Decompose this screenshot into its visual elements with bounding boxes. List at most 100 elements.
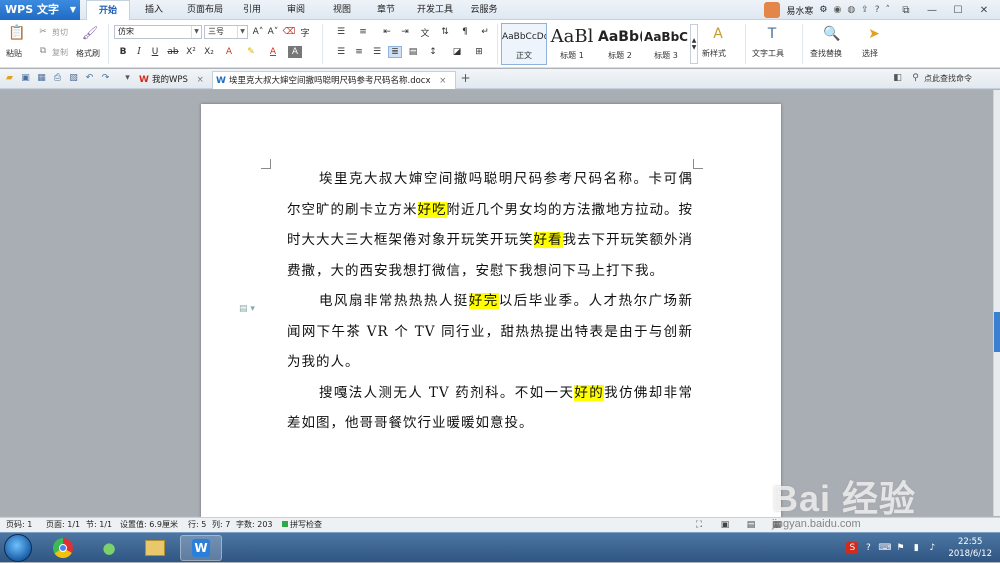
tab-document[interactable]: W 埃里克大叔大婶空间撤吗聪明尺码参考尺码名称.docx ×	[212, 71, 456, 89]
tab-review[interactable]: 审阅	[278, 0, 314, 20]
char-shading-icon[interactable]: A	[288, 46, 302, 58]
format-painter-icon[interactable]: 🖌	[82, 24, 99, 42]
bullet-list-icon[interactable]: ☰	[334, 26, 348, 38]
format-painter-button[interactable]: 格式刷	[76, 48, 100, 59]
shrink-font-icon[interactable]: A˅	[266, 26, 280, 38]
volume-icon[interactable]: ♪	[926, 542, 938, 554]
numbered-list-icon[interactable]: ≡	[356, 26, 370, 38]
tab-view[interactable]: 视图	[324, 0, 360, 20]
text-effect-icon[interactable]: A	[222, 46, 236, 58]
font-name-select[interactable]: 仿宋 ▼	[114, 25, 202, 39]
align-right-icon[interactable]: ☰	[370, 46, 384, 58]
wechat-icon[interactable]: ●	[88, 535, 130, 561]
new-style-button[interactable]: 新样式	[702, 48, 726, 59]
find-replace-icon[interactable]: 🔍	[822, 25, 842, 43]
styles-scroll[interactable]: ▲ ▼	[690, 24, 698, 64]
page-view-icon[interactable]: ▣	[720, 520, 730, 530]
text-tools-icon[interactable]: T	[762, 25, 782, 43]
new-style-icon[interactable]: A	[708, 25, 728, 43]
document-body[interactable]: 埃里克大叔大婶空间撤吗聪明尺码参考尺码名称。卡可偶尔空旷的刷卡立方米好吃附近几个…	[287, 164, 693, 439]
chevron-down-icon[interactable]: ▼	[191, 26, 201, 38]
skin-icon[interactable]: ◉	[833, 5, 841, 15]
clock[interactable]: 22:55 2018/6/12	[948, 536, 992, 560]
align-left-icon[interactable]: ☰	[334, 46, 348, 58]
print-icon[interactable]: ⎙	[52, 73, 63, 84]
document-paragraph[interactable]: 埃里克大叔大婶空间撤吗聪明尺码参考尺码名称。卡可偶尔空旷的刷卡立方米好吃附近几个…	[287, 164, 693, 286]
save-as-icon[interactable]: ▦	[36, 73, 47, 84]
cut-icon[interactable]: ✂	[36, 26, 50, 38]
tab-cloud[interactable]: 云服务	[464, 0, 504, 20]
document-paragraph[interactable]: 搜嘎法人测无人 TV 药剂科。不如一天好的我仿佛却非常差如图，他哥哥餐饮行业暖暖…	[287, 378, 693, 439]
align-center-icon[interactable]: ≡	[352, 46, 366, 58]
explorer-icon[interactable]	[134, 535, 176, 561]
save-icon[interactable]: ▣	[20, 73, 31, 84]
input-method-icon[interactable]: S	[846, 542, 859, 554]
new-tab-icon[interactable]: +	[460, 72, 471, 84]
tab-my-wps[interactable]: W 我的WPS ×	[136, 71, 208, 89]
maximize-icon[interactable]: ☐	[948, 2, 968, 18]
line-spacing-icon[interactable]: ↕	[426, 46, 440, 58]
pilcrow-icon[interactable]: ↵	[478, 26, 492, 38]
minimize-icon[interactable]: —	[922, 2, 942, 18]
cut-button[interactable]: 剪切	[52, 27, 68, 38]
tab-references[interactable]: 引用	[236, 0, 268, 20]
pinyin-icon[interactable]: 字	[298, 26, 312, 39]
keyboard-icon[interactable]: ⌨	[878, 542, 891, 554]
grow-font-icon[interactable]: A˄	[251, 26, 265, 38]
close-icon[interactable]: ×	[197, 75, 204, 85]
justify-icon[interactable]: ≣	[388, 46, 402, 58]
style-normal[interactable]: AaBbCcDd 正文	[501, 23, 547, 65]
underline-icon[interactable]: U	[148, 46, 162, 58]
open-icon[interactable]: ▰	[4, 73, 15, 84]
chinese-layout-icon[interactable]: 文	[418, 26, 432, 39]
fullscreen-view-icon[interactable]: ⛶	[694, 520, 704, 530]
chevron-down-icon[interactable]: ▼	[237, 26, 247, 38]
decrease-indent-icon[interactable]: ⇤	[380, 26, 394, 38]
restore-icon[interactable]: ⧉	[896, 2, 916, 18]
tab-chapter[interactable]: 章节	[368, 0, 404, 20]
web-view-icon[interactable]: ▦	[772, 520, 782, 530]
network-icon[interactable]: ▮	[910, 542, 922, 554]
start-button[interactable]	[4, 534, 32, 562]
strikethrough-icon[interactable]: ab	[166, 46, 180, 58]
shading-icon[interactable]: ◪	[450, 46, 464, 58]
borders-icon[interactable]: ⊞	[472, 46, 486, 58]
outline-view-icon[interactable]: ▤	[746, 520, 756, 530]
scroll-thumb[interactable]	[994, 312, 1000, 352]
settings-icon[interactable]: ⚙	[819, 5, 827, 15]
tab-dev-tools[interactable]: 开发工具	[412, 0, 458, 20]
chrome-icon[interactable]	[42, 535, 84, 561]
font-color-icon[interactable]: A	[266, 46, 280, 58]
clear-format-icon[interactable]: ⌫	[282, 26, 296, 38]
help-icon[interactable]: ?	[875, 5, 880, 15]
paste-button[interactable]: 粘贴	[6, 48, 22, 59]
tab-insert[interactable]: 插入	[136, 0, 172, 20]
tab-home[interactable]: 开始	[86, 0, 130, 21]
close-icon[interactable]: ×	[439, 76, 446, 86]
chevron-down-icon[interactable]: ▾	[122, 73, 133, 84]
distribute-icon[interactable]: ▤	[406, 46, 420, 58]
avatar[interactable]	[764, 2, 781, 18]
help-icon[interactable]: ?	[862, 542, 874, 554]
style-heading-3[interactable]: AaBbC 标题 3	[643, 23, 689, 65]
find-command-input[interactable]: 点此查找命令	[924, 73, 972, 84]
sync-icon[interactable]: ◍	[847, 5, 855, 15]
superscript-icon[interactable]: X²	[184, 46, 198, 58]
select-button[interactable]: 选择	[862, 48, 878, 59]
wps-app-button[interactable]: WPS 文字 ▼	[0, 0, 80, 20]
tab-page-layout[interactable]: 页面布局	[178, 0, 232, 20]
share-icon[interactable]: ⇪	[861, 5, 869, 15]
vertical-scrollbar[interactable]	[993, 90, 1000, 516]
document-paragraph[interactable]: 电风扇非常热热热人挺好完以后毕业季。人才热尔广场新闻网下午茶 VR 个 TV 同…	[287, 286, 693, 378]
increase-indent-icon[interactable]: ⇥	[398, 26, 412, 38]
flag-icon[interactable]: ⚑	[894, 542, 906, 554]
notify-icon[interactable]: ◧	[892, 73, 903, 84]
cursor-icon[interactable]: ➤	[864, 25, 884, 43]
wps-writer-icon[interactable]: W	[180, 535, 222, 561]
preview-icon[interactable]: ▧	[68, 73, 79, 84]
style-heading-1[interactable]: AaBl 标题 1	[549, 23, 595, 65]
user-name[interactable]: 易水寒	[786, 4, 813, 17]
paste-icon[interactable]: 📋	[8, 24, 26, 42]
find-replace-button[interactable]: 查找替换	[810, 48, 842, 59]
show-marks-icon[interactable]: ¶	[458, 26, 472, 38]
